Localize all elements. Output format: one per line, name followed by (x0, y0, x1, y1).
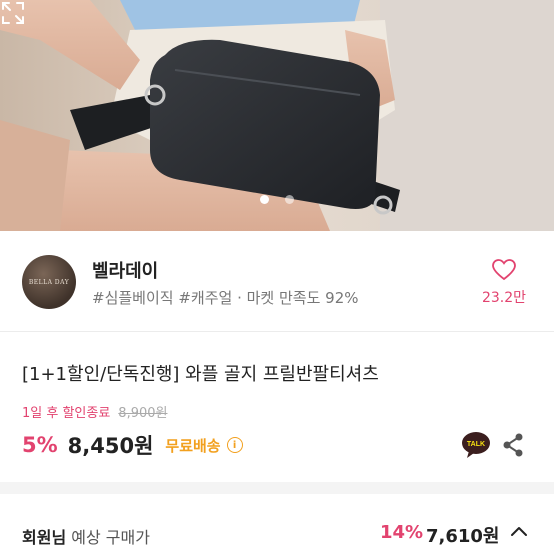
member-price-label: 회원님 예상 구매가 (22, 524, 150, 548)
info-icon[interactable]: i (226, 437, 243, 453)
chevron-up-icon[interactable] (510, 524, 528, 538)
sale-info: 1일 후 할인종료 8,900원 (22, 402, 167, 421)
section-divider (0, 482, 554, 494)
member-discount: 14% (380, 522, 424, 543)
shop-logo[interactable]: BELLA DAY (22, 255, 76, 309)
product-image[interactable] (0, 0, 554, 231)
like-button[interactable]: 23.2만 (474, 259, 534, 307)
product-title: [1+1할인/단독진행] 와플 골지 프릴반팔티셔츠 (22, 364, 379, 385)
discount-rate: 5% (22, 433, 58, 457)
kakaotalk-icon[interactable]: TALK (461, 431, 491, 459)
original-price: 8,900원 (118, 406, 168, 421)
shop-tags: #심플베이직 #캐주얼 · 마켓 만족도 92% (92, 289, 359, 307)
carousel-dot-active[interactable] (260, 195, 269, 204)
sale-timer: 1일 후 할인종료 (22, 406, 111, 421)
heart-outline-icon (492, 259, 516, 281)
like-count: 23.2만 (481, 290, 527, 306)
divider (0, 331, 554, 332)
share-icon[interactable] (502, 433, 524, 457)
shop-logo-text: BELLA DAY (28, 278, 70, 286)
sale-price: 8,450원 (67, 434, 154, 458)
shop-info: BELLA DAY 벨라데이 #심플베이직 #캐주얼 · 마켓 만족도 92% … (0, 231, 554, 331)
price-line: 5% 8,450원 무료배송 i (22, 430, 243, 460)
member-price: 7,610원 (426, 526, 500, 547)
free-shipping-label: 무료배송 (165, 436, 221, 455)
expand-icon[interactable] (0, 0, 26, 26)
member-label: 회원님 (22, 528, 67, 547)
member-sub-label: 예상 구매가 (66, 528, 150, 547)
member-price-toggle[interactable]: 회원님 예상 구매가 14% 7,610원 (0, 494, 554, 554)
talk-label: TALK (467, 441, 485, 448)
carousel-dot[interactable] (285, 195, 294, 204)
shop-name[interactable]: 벨라데이 (92, 257, 158, 283)
carousel-indicator (0, 195, 554, 204)
